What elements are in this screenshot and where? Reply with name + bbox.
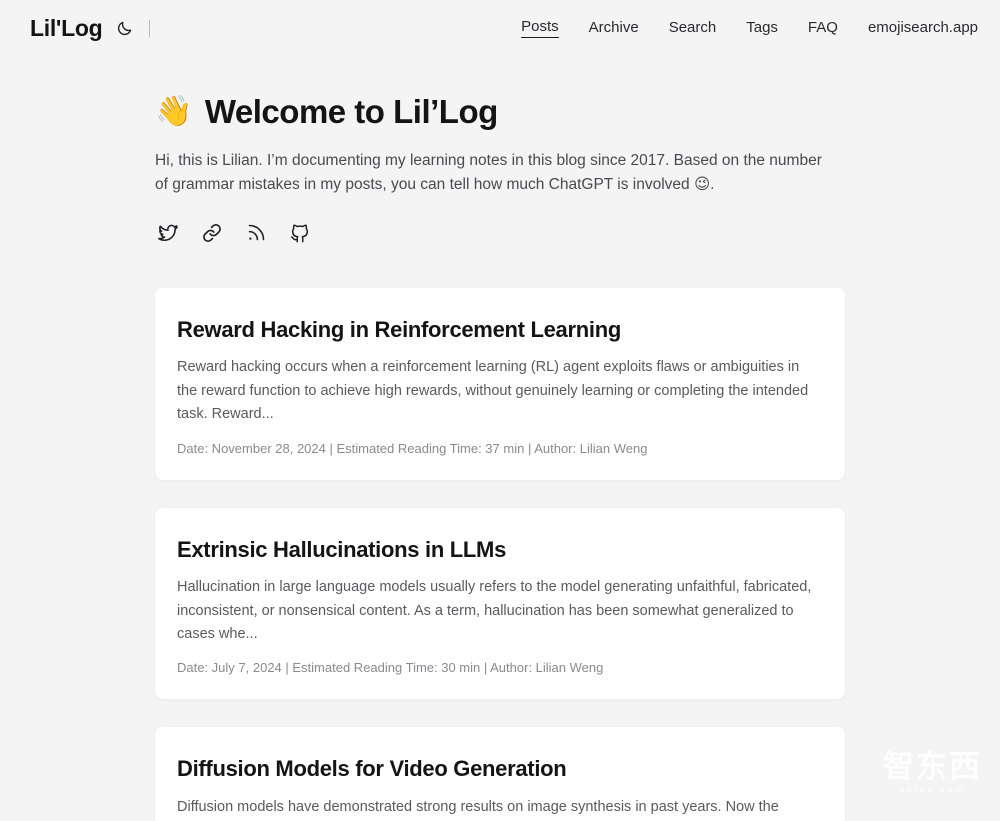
post-title[interactable]: Reward Hacking in Reinforcement Learning	[177, 316, 823, 344]
post-card[interactable]: Diffusion Models for Video Generation Di…	[155, 727, 845, 821]
waving-hand-icon: 👋	[155, 94, 192, 128]
site-brand[interactable]: Lil'Log	[30, 15, 103, 42]
post-summary: Hallucination in large language models u…	[177, 579, 812, 642]
post-card[interactable]: Extrinsic Hallucinations in LLMs Halluci…	[155, 507, 845, 700]
profile-section: 👋 Welcome to Lil’Log Hi, this is Lilian.…	[155, 56, 845, 246]
post-meta: Date: November 28, 2024 | Estimated Read…	[177, 440, 648, 456]
site-header: Lil'Log Posts Archive Search Tags FAQ em…	[0, 0, 1000, 56]
github-icon[interactable]	[287, 220, 313, 246]
post-meta: Date: July 7, 2024 | Estimated Reading T…	[177, 660, 604, 676]
post-summary: Reward hacking occurs when a reinforceme…	[177, 359, 809, 423]
profile-bio: Hi, this is Lilian. I’m documenting my l…	[155, 151, 822, 194]
rss-icon[interactable]	[243, 220, 269, 246]
post-card[interactable]: Reward Hacking in Reinforcement Learning…	[155, 287, 845, 480]
content-container: 👋 Welcome to Lil’Log Hi, this is Lilian.…	[155, 56, 845, 821]
link-icon[interactable]	[199, 220, 225, 246]
twitter-icon[interactable]	[155, 220, 181, 246]
moon-icon[interactable]	[114, 18, 134, 38]
nav-item-search[interactable]: Search	[669, 19, 717, 38]
page-main: 👋 Welcome to Lil’Log Hi, this is Lilian.…	[0, 56, 1000, 821]
nav-item-posts[interactable]: Posts	[521, 18, 559, 38]
brand-zone: Lil'Log	[30, 15, 151, 42]
main-navigation: Posts Archive Search Tags FAQ emojisearc…	[521, 18, 978, 38]
post-title[interactable]: Extrinsic Hallucinations in LLMs	[177, 536, 823, 564]
post-summary: Diffusion models have demonstrated stron…	[177, 798, 779, 815]
page-title-text: Welcome to Lil’Log	[204, 93, 498, 130]
nav-item-faq[interactable]: FAQ	[808, 19, 838, 38]
post-list: Reward Hacking in Reinforcement Learning…	[155, 287, 845, 821]
page-title: 👋 Welcome to Lil’Log	[155, 92, 845, 132]
nav-item-emojisearch[interactable]: emojisearch.app	[868, 19, 978, 38]
nav-item-tags[interactable]: Tags	[746, 19, 778, 38]
post-title[interactable]: Diffusion Models for Video Generation	[177, 755, 823, 783]
header-divider	[149, 19, 151, 37]
social-links	[155, 220, 845, 246]
nav-item-archive[interactable]: Archive	[589, 19, 639, 38]
